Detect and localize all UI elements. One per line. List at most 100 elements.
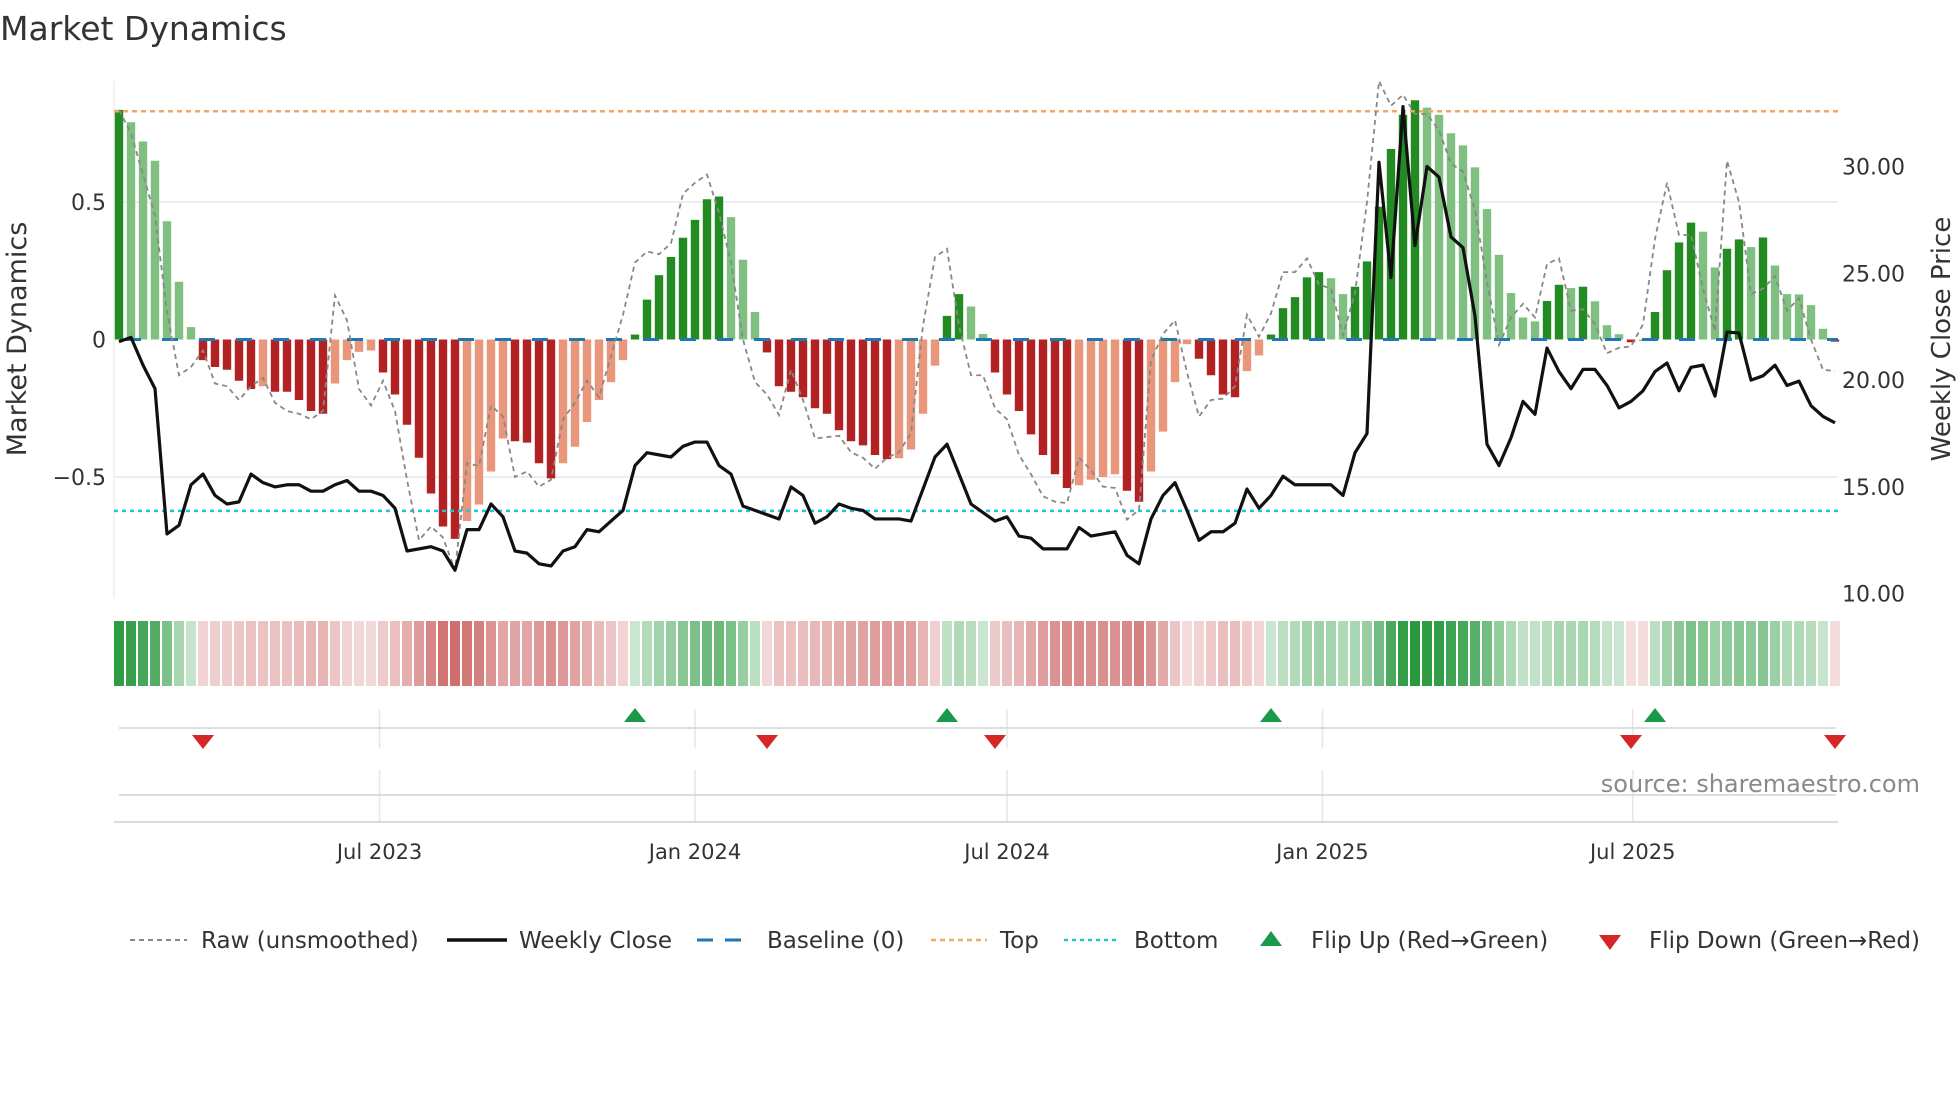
bar	[1158, 339, 1168, 432]
heat-cell	[690, 621, 700, 686]
heat-cell	[762, 621, 772, 686]
bar	[330, 339, 340, 384]
heat-cell	[1830, 621, 1840, 686]
heat-cell	[1614, 621, 1624, 686]
flip-panel	[114, 708, 1846, 823]
bar	[774, 339, 784, 387]
bar	[174, 281, 184, 340]
bar	[882, 339, 892, 460]
right-tick-label: 15.00	[1842, 476, 1905, 501]
heat-cell	[318, 621, 328, 686]
heat-cell	[1746, 621, 1756, 686]
heat-cell	[282, 621, 292, 686]
flip-down-marker	[1620, 735, 1642, 749]
heat-cell	[1542, 621, 1552, 686]
heat-cell	[1302, 621, 1312, 686]
heat-cell	[1386, 621, 1396, 686]
legend-item-bottom: Bottom	[1064, 928, 1218, 954]
heat-cell	[1638, 621, 1648, 686]
legend-bottom-label: Bottom	[1134, 928, 1218, 954]
bar	[1602, 325, 1612, 340]
heat-cell	[426, 621, 436, 686]
heat-cell	[1698, 621, 1708, 686]
bar	[1278, 308, 1288, 340]
bar	[186, 327, 196, 340]
bar	[210, 339, 220, 367]
heat-cell	[726, 621, 736, 686]
legend-item-flip-up: Flip Up (Red→Green)	[1260, 928, 1548, 954]
heat-cell	[1734, 621, 1744, 686]
heat-cell	[366, 621, 376, 686]
heat-cell	[402, 621, 412, 686]
heat-cell	[150, 621, 160, 686]
bar	[510, 339, 520, 442]
bar	[1554, 284, 1564, 340]
bar	[522, 339, 532, 443]
legend-flip-down-label: Flip Down (Green→Red)	[1649, 928, 1920, 954]
flip-up-triangle-icon	[1260, 931, 1282, 946]
heat-cell	[906, 621, 916, 686]
heat-cell	[1650, 621, 1660, 686]
bar	[1242, 339, 1252, 372]
heat-cell	[1770, 621, 1780, 686]
heat-cell	[342, 621, 352, 686]
heat-cell	[918, 621, 928, 686]
heat-cell	[1314, 621, 1324, 686]
heat-cell	[1530, 621, 1540, 686]
bar	[930, 339, 940, 366]
heat-cell	[1206, 621, 1216, 686]
x-tick-label: Jan 2025	[1274, 840, 1369, 864]
heat-cell	[1662, 621, 1672, 686]
line-series	[118, 77, 1836, 572]
heat-cell	[1518, 621, 1528, 686]
x-tick-label: Jul 2024	[962, 840, 1049, 864]
bar	[1314, 272, 1324, 340]
heat-cell	[294, 621, 304, 686]
bar	[1014, 339, 1024, 411]
heat-cell	[126, 621, 136, 686]
bar	[1290, 297, 1300, 340]
heat-cell	[858, 621, 868, 686]
heat-cell	[1818, 621, 1828, 686]
bar	[1026, 339, 1036, 435]
right-tick-label: 25.00	[1842, 262, 1905, 287]
heat-cell	[606, 621, 616, 686]
heat-cell	[1290, 621, 1300, 686]
bar	[954, 294, 964, 340]
x-tick-label: Jan 2024	[647, 840, 742, 864]
heat-cell	[498, 621, 508, 686]
heat-cell	[642, 621, 652, 686]
bar	[306, 339, 316, 411]
heat-cell	[558, 621, 568, 686]
bar	[822, 339, 832, 414]
right-axis-label: Weekly Close Price	[1927, 217, 1957, 462]
heat-cell	[1722, 621, 1732, 686]
bar	[534, 339, 544, 464]
heat-cell	[1410, 621, 1420, 686]
bar	[1686, 222, 1696, 340]
bar	[1818, 328, 1828, 340]
bar	[570, 339, 580, 447]
right-tick-label: 10.00	[1842, 583, 1905, 608]
heat-cell	[378, 621, 388, 686]
heat-cell	[1050, 621, 1060, 686]
heat-cell	[258, 621, 268, 686]
bar	[1182, 339, 1192, 345]
left-tick-label: −0.5	[53, 466, 106, 491]
heat-cell	[270, 621, 280, 686]
bar	[1518, 317, 1528, 340]
bar	[846, 339, 856, 442]
bar	[738, 259, 748, 340]
bar	[546, 339, 556, 479]
flip-down-marker	[756, 735, 778, 749]
bar	[450, 339, 460, 539]
heat-cell	[1062, 621, 1072, 686]
left-tick-label: 0.5	[71, 191, 106, 216]
x-tick-label: Jul 2023	[335, 840, 422, 864]
heat-cell	[774, 621, 784, 686]
heat-cell	[138, 621, 148, 686]
bar	[1170, 339, 1180, 383]
bar	[1302, 277, 1312, 340]
heat-cell	[582, 621, 592, 686]
heat-cell	[1554, 621, 1564, 686]
